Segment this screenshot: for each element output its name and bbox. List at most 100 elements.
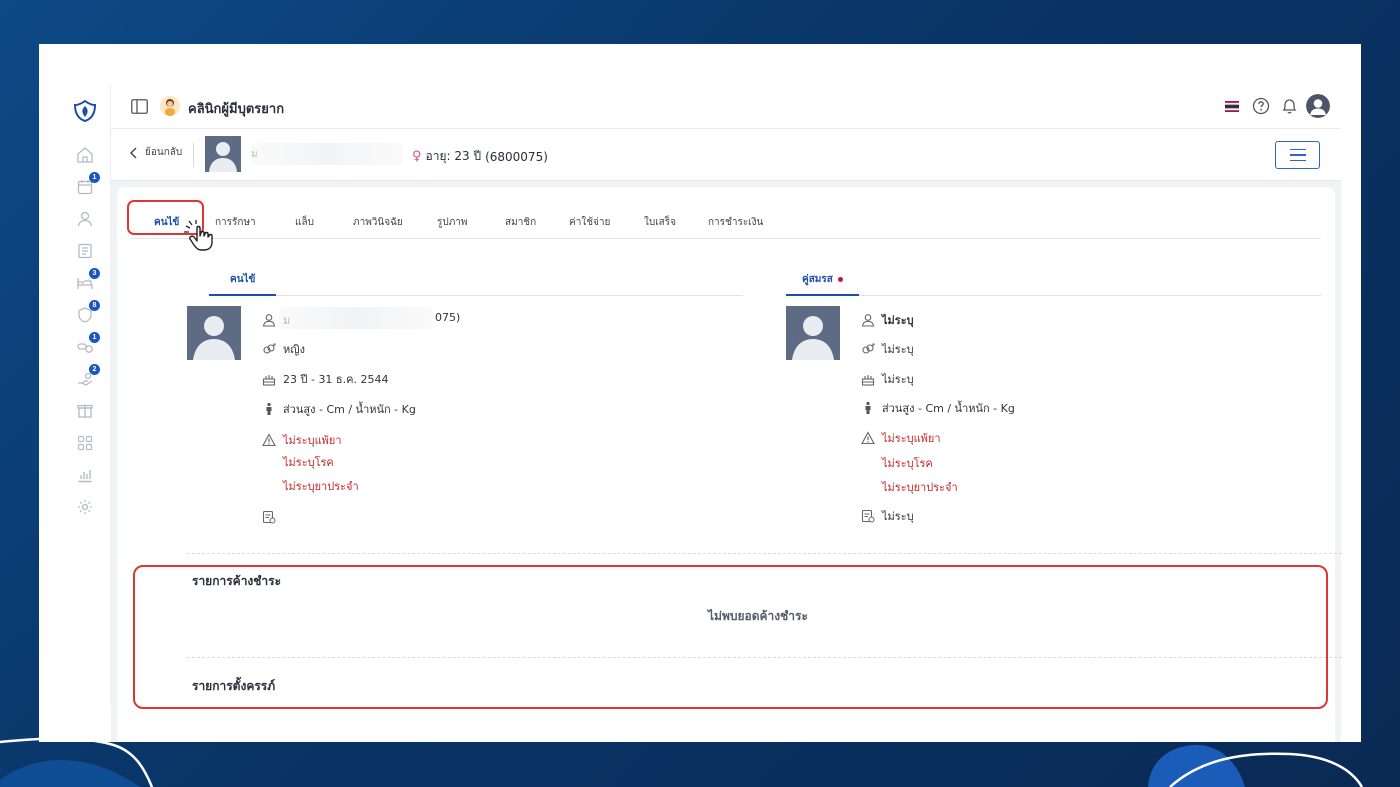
appointments-badge: 1 — [89, 172, 100, 183]
apps-grid-icon[interactable] — [76, 434, 94, 452]
pills-icon[interactable]: 1 — [76, 332, 100, 356]
patient-header: ย้อนกลับ ม ♀ อายุ: 23 ปี (6800075) — [111, 129, 1341, 181]
patient-birth-row: 23 ปี - 31 ธ.ค. 2544 — [262, 370, 389, 388]
hamburger-menu-button[interactable] — [1275, 141, 1320, 169]
sidebar: 1 3 8 1 2 — [60, 85, 111, 705]
patient-photo — [187, 306, 241, 360]
spouse-section-active-underline — [786, 294, 859, 296]
outstanding-section-highlight — [133, 565, 1328, 709]
person-icon — [262, 313, 276, 327]
home-icon[interactable] — [76, 146, 94, 164]
patient-name-initial: ม — [251, 149, 258, 160]
thai-flag-icon[interactable] — [1225, 101, 1239, 112]
spouse-gender-row: ไม่ระบุ — [861, 340, 914, 358]
patients-icon[interactable] — [76, 210, 94, 228]
tab-photos[interactable]: รูปภาพ — [437, 215, 468, 230]
user-avatar-icon — [1306, 94, 1330, 118]
clinic-mascot-icon — [160, 96, 180, 116]
records-icon[interactable] — [76, 242, 94, 260]
female-icon: ♀ — [412, 149, 422, 164]
body-measure-icon — [861, 401, 875, 415]
spouse-body: ส่วนสูง - Cm / น้ำหนัก - Kg — [882, 402, 1015, 415]
patient-hn: (6800075) — [485, 149, 548, 164]
person-placeholder-icon — [792, 316, 834, 360]
patient-note-row — [262, 510, 283, 524]
user-avatar[interactable] — [1306, 94, 1330, 118]
back-button[interactable]: ย้อนกลับ — [129, 145, 182, 160]
spouse-body-row: ส่วนสูง - Cm / น้ำหนัก - Kg — [861, 399, 1015, 417]
sidebar-toggle-icon[interactable] — [131, 99, 148, 114]
spouse-photo — [786, 306, 840, 360]
hand-money-badge: 2 — [89, 364, 100, 375]
spouse-allergy-row: ไม่ระบุแพ้ยา — [861, 429, 941, 447]
clinic-name: คลินิกผู้มีบุตรยาก — [188, 102, 285, 117]
tab-bar: คนไข้ การรักษา แล็บ ภาพวินิจฉัย รูปภาพ ส… — [131, 207, 1321, 239]
tab-treatment[interactable]: การรักษา — [215, 215, 256, 230]
patient-age: อายุ: 23 ปี — [425, 149, 482, 163]
spouse-gender: ไม่ระบุ — [882, 343, 914, 356]
appointments-icon[interactable]: 1 — [76, 172, 100, 196]
birthday-cake-icon — [262, 372, 276, 386]
settings-gear-icon[interactable] — [76, 498, 94, 516]
patient-name-row: ม — [262, 311, 290, 329]
tab-imaging[interactable]: ภาพวินิจฉัย — [353, 215, 403, 230]
birthday-cake-icon — [861, 372, 875, 386]
patient-body: ส่วนสูง - Cm / น้ำหนัก - Kg — [283, 403, 416, 416]
warning-icon — [262, 433, 276, 447]
spouse-name: ไม่ระบุ — [882, 314, 914, 327]
note-document-icon — [861, 509, 875, 523]
spouse-birth: ไม่ระบุ — [882, 373, 914, 386]
tab-members[interactable]: สมาชิก — [505, 215, 536, 230]
body-measure-icon — [262, 402, 276, 416]
patient-medication: ไม่ระบุยาประจำ — [283, 480, 359, 493]
clinic-logo-icon — [73, 99, 97, 123]
patient-age-info: ♀ อายุ: 23 ปี (6800075) — [412, 147, 548, 166]
patient-hn-suffix: 075) — [435, 311, 461, 324]
patient-gender-row: หญิง — [262, 340, 305, 358]
patient-photo-small — [205, 136, 241, 172]
patient-section-tab[interactable]: คนไข้ — [230, 272, 255, 287]
spouse-allergy: ไม่ระบุแพ้ยา — [882, 432, 941, 445]
box-icon[interactable] — [76, 402, 94, 420]
spouse-birth-row: ไม่ระบุ — [861, 370, 914, 388]
spouse-note-row: ไม่ระบุ — [861, 507, 914, 525]
chevron-left-icon — [130, 147, 137, 158]
spouse-alert-dot — [837, 276, 843, 282]
section-divider — [187, 553, 1342, 554]
warning-icon — [861, 431, 875, 445]
tab-expenses[interactable]: ค่าใช้จ่าย — [569, 215, 610, 230]
patient-name-redacted-box — [279, 307, 433, 329]
spouse-name-row: ไม่ระบุ — [861, 311, 914, 329]
patient-name-initial-text: ม — [283, 314, 291, 327]
reports-chart-icon[interactable] — [76, 466, 94, 484]
spouse-section-tab[interactable]: คู่สมรส — [802, 272, 843, 287]
back-button-label: ย้อนกลับ — [145, 147, 183, 158]
gender-icon — [861, 342, 875, 356]
patient-allergy: ไม่ระบุแพ้ยา — [283, 434, 342, 447]
header-divider — [193, 143, 194, 167]
shield-icon[interactable]: 8 — [76, 300, 100, 324]
help-icon[interactable] — [1252, 97, 1270, 115]
hand-money-icon[interactable]: 2 — [76, 364, 100, 388]
pointer-hand-icon — [184, 220, 213, 251]
tab-payments[interactable]: การชำระเงิน — [708, 215, 763, 230]
spouse-section-divider — [786, 295, 1321, 296]
pills-badge: 1 — [89, 332, 100, 343]
tab-lab[interactable]: แล็บ — [295, 215, 314, 230]
spouse-section-label: คู่สมรส — [802, 274, 833, 285]
note-document-icon — [262, 510, 276, 524]
patient-section-divider — [209, 295, 743, 296]
patient-gender: หญิง — [283, 343, 305, 356]
patient-section-active-underline — [209, 294, 276, 296]
patient-name-redacted — [251, 143, 403, 165]
patient-allergy-row: ไม่ระบุแพ้ยา — [262, 431, 342, 449]
notification-bell-icon[interactable] — [1281, 97, 1298, 115]
person-placeholder-icon — [209, 142, 237, 172]
beds-icon[interactable]: 3 — [76, 268, 100, 292]
person-icon — [861, 313, 875, 327]
spouse-disease: ไม่ระบุโรค — [882, 457, 933, 470]
spouse-medication: ไม่ระบุยาประจำ — [882, 481, 958, 494]
tab-receipts[interactable]: ใบเสร็จ — [644, 215, 676, 230]
person-placeholder-icon — [193, 316, 235, 360]
spouse-note: ไม่ระบุ — [882, 510, 914, 523]
